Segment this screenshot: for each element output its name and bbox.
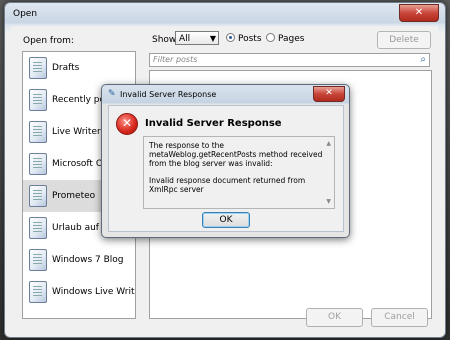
- sidebar-item-label: Windows 7 Blog: [52, 255, 124, 265]
- blog-icon: [29, 249, 47, 271]
- sidebar-item-drafts[interactable]: Drafts: [23, 52, 135, 84]
- ok-button[interactable]: OK: [306, 308, 363, 327]
- sidebar-item-label: Windows Live Writer Blog: [52, 287, 135, 297]
- error-message-line1: The response to the metaWeblog.getRecent…: [149, 141, 323, 168]
- search-icon[interactable]: ⌕: [420, 54, 426, 66]
- sidebar-item-windows-live-writer-blog[interactable]: Windows Live Writer Blog: [23, 276, 135, 308]
- sidebar-item-label: Drafts: [52, 63, 80, 73]
- filter-posts-input[interactable]: Filter posts ⌕: [149, 53, 430, 67]
- show-filter-select[interactable]: All ▼: [175, 31, 219, 45]
- window-title: Open: [13, 9, 38, 19]
- cancel-button[interactable]: Cancel: [371, 308, 428, 327]
- dialog-heading: Invalid Server Response: [145, 118, 282, 129]
- blog-icon: [29, 217, 47, 239]
- delete-button[interactable]: Delete: [377, 31, 431, 49]
- dialog-close-button[interactable]: ✕: [313, 86, 345, 102]
- chevron-down-icon: ▼: [209, 34, 216, 43]
- blog-icon: [29, 121, 47, 143]
- dialog-title: Invalid Server Response: [120, 90, 217, 99]
- posts-radio-label[interactable]: Posts: [238, 34, 262, 44]
- dialog-client: ✕ Invalid Server Response The response t…: [108, 105, 344, 232]
- dialog-ok-button[interactable]: OK: [202, 212, 250, 228]
- window-close-button[interactable]: ✕: [399, 4, 439, 22]
- error-message-box[interactable]: The response to the metaWeblog.getRecent…: [143, 136, 335, 209]
- sidebar-item-label: Prometeo: [52, 191, 96, 201]
- error-dialog: ✎ Invalid Server Response ✕ ✕ Invalid Se…: [101, 84, 350, 238]
- blog-icon: [29, 185, 47, 207]
- show-filter-value: All: [179, 34, 191, 44]
- recent-icon: [29, 89, 47, 111]
- blog-icon: [29, 281, 47, 303]
- pages-radio[interactable]: [266, 33, 275, 42]
- writer-app-icon: ✎: [108, 89, 116, 99]
- blog-icon: [29, 153, 47, 175]
- scroll-up-icon[interactable]: ▲: [326, 139, 331, 148]
- document-icon: [29, 57, 47, 79]
- open-from-label: Open from:: [23, 36, 74, 46]
- error-message-line2: Invalid response document returned from …: [149, 176, 306, 194]
- scroll-down-icon[interactable]: ▼: [326, 197, 331, 206]
- filter-placeholder: Filter posts: [153, 55, 198, 64]
- error-icon: ✕: [116, 113, 138, 135]
- sidebar-item-windows-7-blog[interactable]: Windows 7 Blog: [23, 244, 135, 276]
- pages-radio-label[interactable]: Pages: [278, 34, 304, 44]
- posts-radio[interactable]: [226, 33, 235, 42]
